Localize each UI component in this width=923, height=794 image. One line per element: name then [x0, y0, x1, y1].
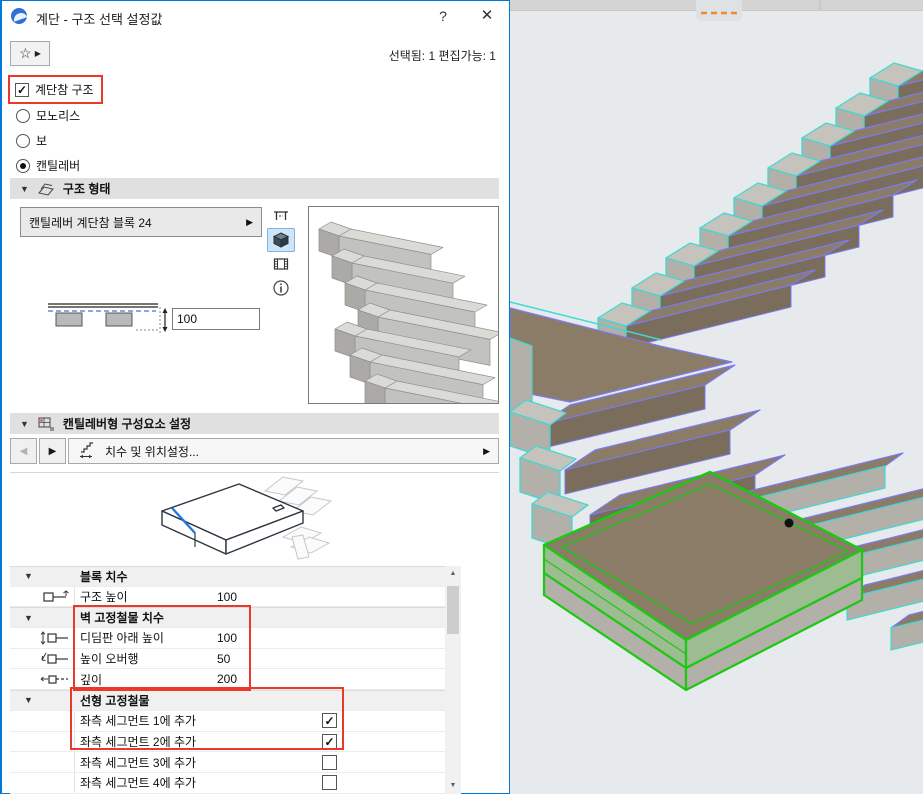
- table-row-group: ▼ 선형 고정철물: [10, 690, 445, 711]
- scroll-down-icon[interactable]: ▼: [445, 778, 461, 794]
- landing-structure-checkbox-row[interactable]: ✓ 계단참 구조: [15, 81, 94, 98]
- depth-icon: [40, 672, 70, 691]
- height-overhang-icon: [40, 652, 70, 671]
- section-cantilever-components[interactable]: ▼ 캔틸레버형 구성요소 설정: [10, 413, 499, 434]
- row-label: 좌측 세그먼트 2에 추가: [80, 733, 196, 750]
- group-label: 벽 고정철물 치수: [80, 609, 164, 626]
- row-value[interactable]: 100: [217, 590, 237, 604]
- table-row-group: ▼ 벽 고정철물 치수: [10, 607, 445, 628]
- table-row-check: 좌측 세그먼트 4에 추가: [10, 773, 445, 794]
- structure-preview: [308, 206, 499, 404]
- row-label: 깊이: [80, 671, 102, 688]
- collapse-triangle-icon[interactable]: ▼: [20, 419, 29, 429]
- table-row-group: ▼ 블록 치수: [10, 566, 445, 587]
- app-icon: [11, 8, 27, 24]
- table-row-check: 좌측 세그먼트 3에 추가: [10, 752, 445, 773]
- table-row-value: 디딤판 아래 높이 100: [10, 628, 445, 649]
- 3d-viewport[interactable]: [510, 0, 923, 794]
- radio-circle[interactable]: [16, 134, 30, 148]
- table-row-check: 좌측 세그먼트 2에 추가 ✓: [10, 732, 445, 753]
- component-section-icon: [37, 416, 55, 432]
- scrollbar-thumb[interactable]: [447, 586, 459, 634]
- structure-type-dropdown[interactable]: 캔틸레버 계단참 블록 24 ▶: [20, 207, 262, 237]
- row-checkbox[interactable]: [322, 775, 337, 790]
- close-button[interactable]: ✕: [472, 6, 502, 26]
- radio-circle[interactable]: [16, 109, 30, 123]
- section-title: 캔틸레버형 구성요소 설정: [63, 415, 191, 432]
- row-label: 구조 높이: [80, 588, 128, 605]
- radio-cantilever[interactable]: 캔틸레버: [16, 157, 80, 174]
- film-view-icon[interactable]: [267, 252, 295, 276]
- 3d-stair-scene[interactable]: [510, 0, 923, 794]
- tread-under-height-icon: [40, 631, 70, 650]
- table-row-value: 구조 높이 100: [10, 587, 445, 608]
- view-mode-icons: [267, 204, 295, 300]
- group-collapse-icon[interactable]: ▼: [24, 695, 33, 705]
- next-component-button[interactable]: ▶: [39, 438, 66, 464]
- row-value[interactable]: 50: [217, 652, 230, 666]
- radio-beam[interactable]: 보: [16, 132, 47, 149]
- symbolic-view-icon[interactable]: [267, 204, 295, 228]
- geometry-section-icon: [37, 182, 55, 196]
- group-collapse-icon[interactable]: ▼: [24, 571, 33, 581]
- group-label: 블록 치수: [80, 568, 128, 585]
- row-value[interactable]: 200: [217, 672, 237, 686]
- landing-structure-checkbox[interactable]: ✓: [15, 83, 29, 97]
- screen: 계단 - 구조 선택 설정값 ? ✕ ☆ ▶ 선택됨: 1 편집가능: 1 ✓ …: [0, 0, 923, 794]
- row-checkbox[interactable]: [322, 755, 337, 770]
- row-label: 좌측 세그먼트 1에 추가: [80, 712, 196, 729]
- group-label: 선형 고정철물: [80, 692, 150, 709]
- landing-wireframe-diagram: [87, 471, 367, 566]
- radio-circle-selected[interactable]: [16, 159, 30, 173]
- collapse-triangle-icon[interactable]: ▼: [20, 184, 29, 194]
- position-settings-bar[interactable]: 치수 및 위치설정... ▶: [68, 438, 499, 464]
- row-label: 좌측 세그먼트 3에 추가: [80, 754, 196, 771]
- row-checkbox[interactable]: ✓: [322, 713, 337, 728]
- row-label: 높이 오버행: [80, 650, 139, 667]
- dimension-settings-icon: [77, 442, 97, 460]
- struct-height-icon: [40, 590, 70, 609]
- star-icon: ☆: [19, 45, 32, 62]
- help-button[interactable]: ?: [428, 6, 458, 26]
- table-scrollbar[interactable]: ▲ ▼: [445, 566, 461, 794]
- radio-monolith[interactable]: 모노리스: [16, 107, 80, 124]
- dialog-title: 계단 - 구조 선택 설정값: [36, 9, 162, 28]
- scroll-up-icon[interactable]: ▲: [445, 566, 461, 582]
- prev-component-button[interactable]: ◀: [10, 438, 37, 464]
- table-row-value: 높이 오버행 50: [10, 649, 445, 670]
- stair-settings-dialog: 계단 - 구조 선택 설정값 ? ✕ ☆ ▶ 선택됨: 1 편집가능: 1 ✓ …: [0, 0, 510, 794]
- section-structure-geometry[interactable]: ▼ 구조 형태: [10, 178, 499, 199]
- favorites-arrow-icon: ▶: [35, 49, 41, 58]
- table-row-check: 좌측 세그먼트 1에 추가 ✓: [10, 711, 445, 732]
- section-title: 구조 형태: [63, 180, 111, 197]
- favorites-button[interactable]: ☆ ▶: [10, 41, 50, 66]
- table-row-value: 깊이 200: [10, 669, 445, 690]
- group-collapse-icon[interactable]: ▼: [24, 613, 33, 623]
- row-label: 디딤판 아래 높이: [80, 629, 164, 646]
- info-icon[interactable]: [267, 276, 295, 300]
- titlebar: 계단 - 구조 선택 설정값 ? ✕: [2, 1, 509, 31]
- offset-diagram: [40, 297, 170, 339]
- landing-structure-label: 계단참 구조: [35, 81, 94, 98]
- row-label: 좌측 세그먼트 4에 추가: [80, 774, 196, 791]
- selection-status: 선택됨: 1 편집가능: 1: [389, 47, 496, 64]
- row-checkbox[interactable]: ✓: [322, 734, 337, 749]
- parameter-table: ▼ 블록 치수구조 높이 100 ▼ 벽 고정철물 치수디딤판 아래 높이 100 높이 오…: [10, 566, 445, 794]
- 3d-view-icon[interactable]: [267, 228, 295, 252]
- dropdown-arrow-icon: ▶: [246, 217, 253, 228]
- row-value[interactable]: 100: [217, 631, 237, 645]
- offset-value-input[interactable]: [172, 308, 260, 330]
